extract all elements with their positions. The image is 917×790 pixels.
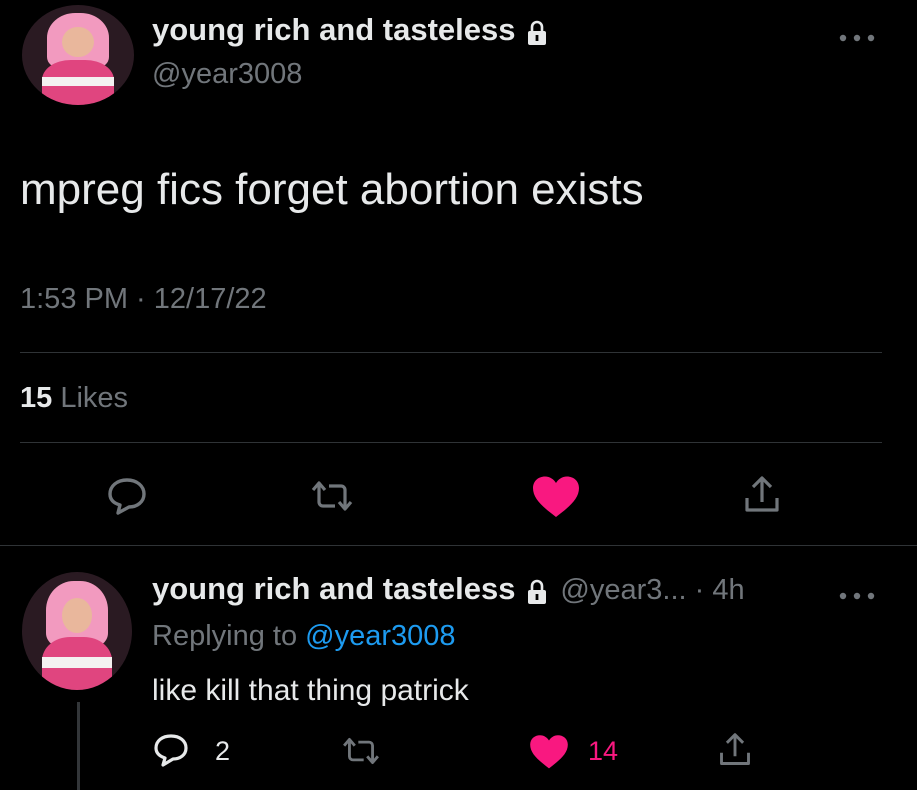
reply-display-name[interactable]: young rich and tasteless [152, 571, 516, 606]
reply-icon[interactable] [153, 733, 189, 767]
avatar[interactable] [22, 5, 134, 105]
reply-text: like kill that thing patrick [152, 674, 469, 707]
likes-stat[interactable]: 15 Likes [20, 382, 128, 415]
replying-to: Replying to @year3008 [152, 620, 456, 653]
reply-count: 2 [215, 736, 231, 766]
replying-handle[interactable]: @year3008 [305, 620, 455, 652]
reply-icon[interactable] [106, 476, 148, 516]
lock-icon [526, 20, 548, 51]
replying-prefix: Replying to [152, 620, 298, 652]
retweet-icon[interactable] [309, 478, 355, 514]
reply-avatar[interactable] [22, 572, 132, 690]
likes-label: Likes [60, 382, 129, 414]
share-icon[interactable] [742, 474, 782, 516]
tweet-text: mpreg fics forget abortion exists [20, 165, 644, 214]
share-icon[interactable] [717, 731, 753, 769]
handle[interactable]: @year3008 [152, 58, 302, 91]
divider [0, 545, 917, 546]
likes-count: 15 [20, 382, 53, 414]
lock-icon [526, 579, 548, 610]
thread-line [77, 702, 80, 790]
timestamp[interactable]: 1:53 PM · 12/17/22 [20, 283, 267, 316]
retweet-icon[interactable] [340, 735, 382, 767]
reply-more-options-icon[interactable] [838, 588, 876, 606]
reply-handle-time[interactable]: @year3... · 4h [560, 574, 744, 606]
like-icon[interactable] [531, 475, 581, 519]
display-name[interactable]: young rich and tasteless [152, 12, 516, 47]
divider [20, 352, 882, 353]
divider [20, 442, 882, 443]
more-options-icon[interactable] [838, 30, 876, 48]
like-count: 14 [588, 736, 619, 766]
like-icon[interactable] [528, 734, 570, 770]
tweet-header: young rich and tasteless [152, 12, 548, 51]
reply-header: young rich and tasteless @year3... · 4h [152, 571, 745, 610]
